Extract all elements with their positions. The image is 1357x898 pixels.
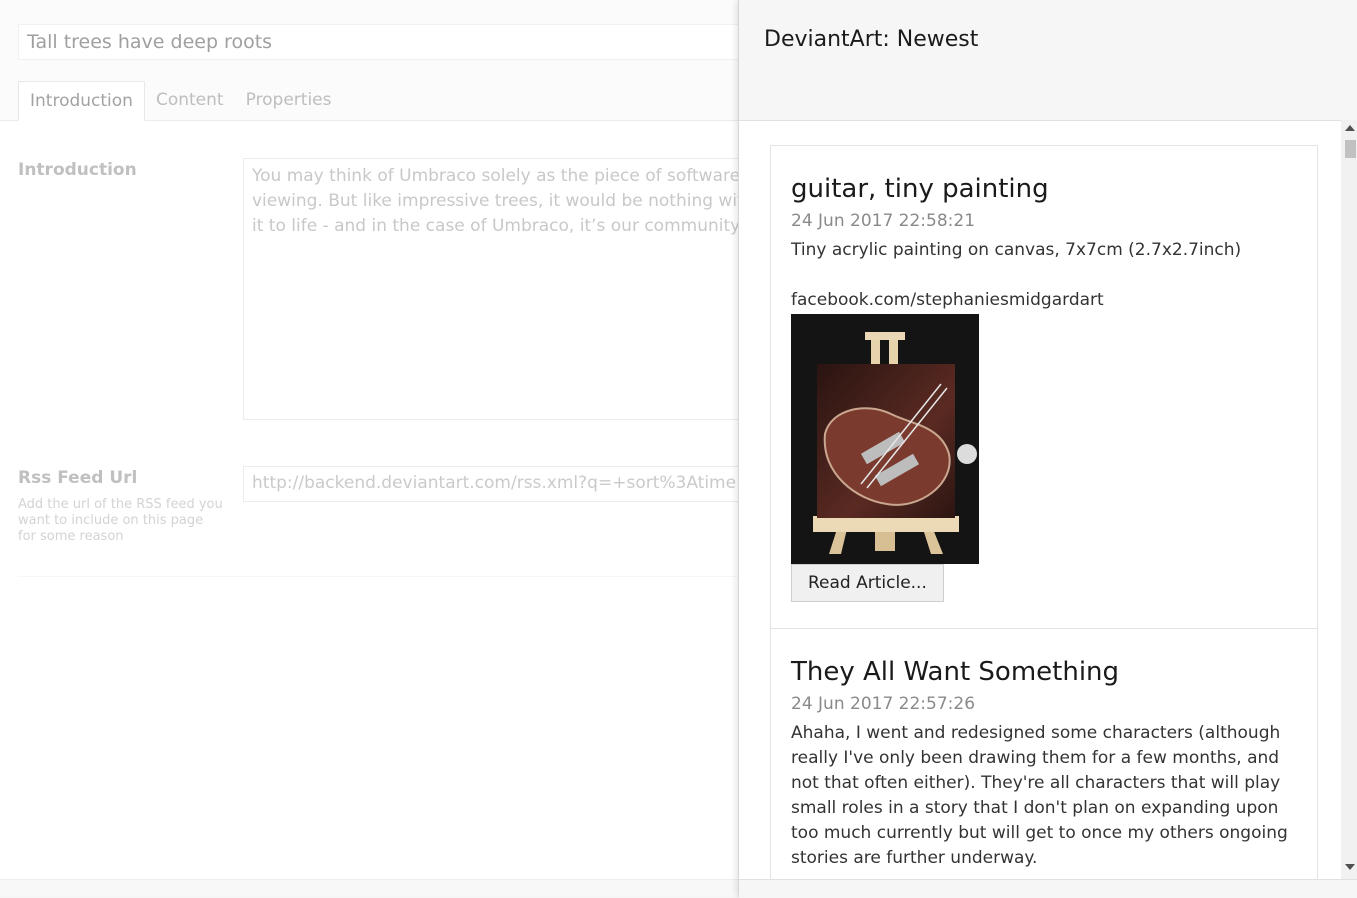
article-description: Ahaha, I went and redesigned some charac… [791,723,1288,868]
article-title: guitar, tiny painting [791,174,1049,204]
scrollbar-thumb[interactable] [1345,140,1356,158]
panel-body: guitar, tiny painting 24 Jun 2017 22:58:… [739,120,1341,879]
article-date: 24 Jun 2017 22:57:26 [791,694,976,714]
scroll-up-arrow-icon[interactable] [1345,125,1355,131]
panel-scrollbar[interactable] [1341,120,1357,879]
article-link-text: facebook.com/stephaniesmidgardart [791,290,1104,310]
panel-title: DeviantArt: Newest [764,27,979,52]
read-article-button[interactable]: Read Article... [791,564,944,602]
rss-preview-panel: DeviantArt: Newest guitar, tiny painting… [738,0,1357,898]
article-separator [771,628,1317,629]
feed-list: guitar, tiny painting 24 Jun 2017 22:58:… [770,145,1318,879]
feed-article: guitar, tiny painting 24 Jun 2017 22:58:… [791,172,1301,602]
article-description: Tiny acrylic painting on canvas, 7x7cm (… [791,240,1242,260]
scroll-down-arrow-icon[interactable] [1345,864,1355,870]
feed-article: They All Want Something 24 Jun 2017 22:5… [791,655,1301,871]
panel-header: DeviantArt: Newest [739,0,1357,121]
article-title: They All Want Something [791,657,1120,687]
article-date: 24 Jun 2017 22:58:21 [791,211,976,231]
article-thumbnail [791,314,979,564]
overlay-backdrop[interactable] [0,0,738,897]
panel-footer [739,879,1357,898]
